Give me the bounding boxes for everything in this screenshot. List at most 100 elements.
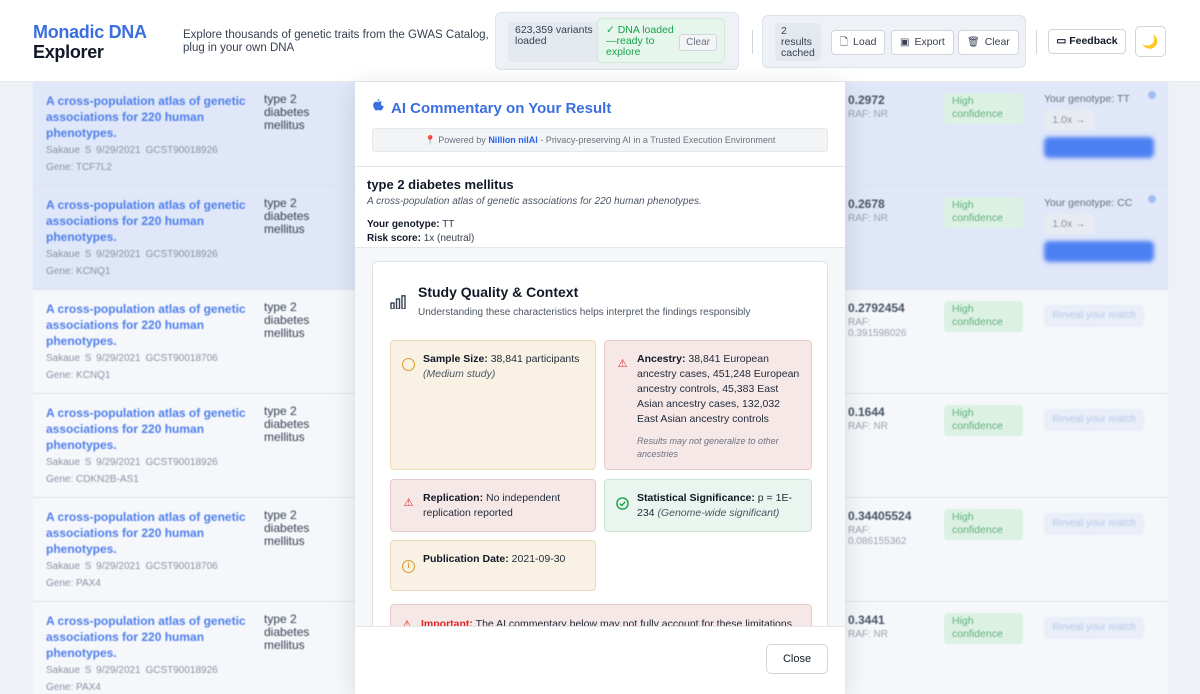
raf-value: RAF: NR bbox=[848, 421, 888, 432]
reveal-match-button[interactable]: Reveal your match bbox=[1044, 513, 1144, 535]
brand-subtitle: Explorer bbox=[33, 42, 104, 62]
results-cached-count: 2 results cached bbox=[775, 23, 821, 61]
header-divider bbox=[752, 30, 753, 54]
chat-icon: ▭ bbox=[1056, 35, 1070, 47]
theme-toggle-button[interactable]: 🌙 bbox=[1135, 26, 1166, 57]
status-dot bbox=[1148, 195, 1156, 203]
gene-label: Gene: PAX4 bbox=[46, 682, 101, 693]
export-label: Export bbox=[914, 36, 945, 48]
study-meta: Sakaue S 9/29/2021 GCST90018706 bbox=[46, 561, 218, 572]
gene-label: Gene: PAX4 bbox=[46, 578, 101, 589]
nilai-link[interactable]: Nillion nilAI bbox=[488, 135, 538, 145]
confidence-badge: High confidence bbox=[944, 93, 1023, 124]
study-title-link[interactable]: A cross-population atlas of genetic asso… bbox=[46, 197, 246, 245]
replication-card: ⚠ Replication: No independent replicatio… bbox=[390, 479, 596, 532]
study-meta: Sakaue S 9/29/2021 GCST90018926 bbox=[46, 145, 218, 156]
feedback-button[interactable]: ▭ Feedback bbox=[1048, 29, 1126, 54]
p-value: 0.2972 bbox=[848, 93, 885, 107]
study-title-link[interactable]: A cross-population atlas of genetic asso… bbox=[46, 93, 246, 141]
ai-commentary-modal: AI Commentary on Your Result 📍 Powered b… bbox=[355, 82, 845, 694]
gene-label: Gene: KCNQ1 bbox=[46, 370, 111, 381]
significance-card: Statistical Significance: p = 1E-234 (Ge… bbox=[604, 479, 812, 532]
genotype-label: Your genotype: TT bbox=[1044, 93, 1130, 105]
status-dot bbox=[1148, 91, 1156, 99]
trait-name: type 2 diabetes mellitus bbox=[264, 404, 310, 444]
study-title-link[interactable]: A cross-population atlas of genetic asso… bbox=[46, 301, 246, 349]
load-button[interactable]: 🗋 Load bbox=[831, 30, 886, 55]
header-divider bbox=[1036, 30, 1037, 54]
ancestry-note: Results may not generalize to other ance… bbox=[637, 436, 779, 459]
trait-name: type 2 diabetes mellitus bbox=[264, 92, 310, 132]
modal-footer: Close bbox=[355, 626, 845, 694]
modal-title: AI Commentary on Your Result bbox=[372, 99, 611, 117]
raf-value: RAF: 0.391598026 bbox=[848, 317, 907, 339]
ai-commentary-button[interactable] bbox=[1044, 137, 1154, 158]
gene-label: Gene: KCNQ1 bbox=[46, 266, 111, 277]
genotype-label: Your genotype: CC bbox=[1044, 197, 1133, 209]
reveal-match-button[interactable]: Reveal your match bbox=[1044, 617, 1144, 639]
result-summary: type 2 diabetes mellitus A cross-populat… bbox=[355, 166, 845, 248]
pin-icon: 📍 bbox=[424, 135, 439, 145]
dna-status-panel: 623,359 variants loaded ✓ DNA loaded —re… bbox=[495, 12, 739, 70]
gene-label: Gene: TCF7L2 bbox=[46, 162, 112, 173]
raf-value: RAF: NR bbox=[848, 213, 888, 224]
modal-title-text: AI Commentary on Your Result bbox=[391, 100, 612, 117]
study-meta: Sakaue S 9/29/2021 GCST90018926 bbox=[46, 249, 218, 260]
risk-multiplier[interactable]: 1.0x → bbox=[1044, 214, 1094, 234]
trait-name: type 2 diabetes mellitus bbox=[264, 508, 310, 548]
brand-logo[interactable]: Monadic DNA Explorer bbox=[33, 22, 147, 62]
result-trait: type 2 diabetes mellitus bbox=[367, 177, 514, 192]
check-circle-icon bbox=[616, 497, 629, 510]
raf-value: RAF: NR bbox=[848, 109, 888, 120]
feedback-label: Feedback bbox=[1069, 35, 1118, 47]
export-button[interactable]: ▣ Export bbox=[891, 30, 954, 55]
reveal-match-button[interactable]: Reveal your match bbox=[1044, 305, 1144, 327]
trait-name: type 2 diabetes mellitus bbox=[264, 612, 310, 652]
p-value: 0.2792454 bbox=[848, 301, 905, 315]
study-meta: Sakaue S 9/29/2021 GCST90018926 bbox=[46, 457, 218, 468]
gene-label: Gene: CDKN2B-AS1 bbox=[46, 474, 139, 485]
clear-cache-button[interactable]: 🗑 Clear bbox=[958, 30, 1019, 55]
result-study: A cross-population atlas of genetic asso… bbox=[367, 196, 702, 207]
sample-size-card: Sample Size: 38,841 participants (Medium… bbox=[390, 340, 596, 470]
dna-loaded-badge: ✓ DNA loaded —ready to explore Clear bbox=[597, 18, 725, 63]
risk-multiplier[interactable]: 1.0x → bbox=[1044, 110, 1094, 130]
load-label: Load bbox=[853, 36, 877, 48]
p-value: 0.3441 bbox=[848, 613, 885, 627]
clear-label: Clear bbox=[984, 36, 1010, 48]
modal-scroll-area[interactable]: Study Quality & Context Understanding th… bbox=[355, 248, 845, 626]
raf-value: RAF: NR bbox=[848, 629, 888, 640]
quality-subtitle: Understanding these characteristics help… bbox=[418, 307, 751, 318]
powered-by-banner: 📍 Powered by Nillion nilAI - Privacy-pre… bbox=[372, 128, 828, 152]
info-icon: i bbox=[402, 560, 415, 573]
save-icon: ▣ bbox=[900, 37, 910, 48]
study-meta: Sakaue S 9/29/2021 GCST90018926 bbox=[46, 665, 218, 676]
ancestry-card: ⚠ Ancestry: 38,841 European ancestry cas… bbox=[604, 340, 812, 470]
close-button[interactable]: Close bbox=[766, 644, 828, 674]
brand-name: Monadic DNA bbox=[33, 22, 147, 42]
study-title-link[interactable]: A cross-population atlas of genetic asso… bbox=[46, 613, 246, 661]
p-value: 0.2678 bbox=[848, 197, 885, 211]
study-title-link[interactable]: A cross-population atlas of genetic asso… bbox=[46, 405, 246, 453]
confidence-badge: High confidence bbox=[944, 405, 1023, 436]
trait-name: type 2 diabetes mellitus bbox=[264, 196, 310, 236]
reveal-match-button[interactable]: Reveal your match bbox=[1044, 409, 1144, 431]
tagline: Explore thousands of genetic traits from… bbox=[183, 29, 489, 54]
warning-icon: ⚠ bbox=[402, 619, 412, 626]
study-quality-card: Study Quality & Context Understanding th… bbox=[372, 261, 828, 626]
confidence-badge: High confidence bbox=[944, 613, 1023, 644]
result-genotype: Your genotype: TT bbox=[367, 219, 455, 230]
warning-icon: ⚠ bbox=[403, 497, 414, 509]
p-value: 0.34405524 bbox=[848, 509, 912, 523]
app-header: Monadic DNA Explorer Explore thousands o… bbox=[0, 0, 1200, 82]
confidence-badge: High confidence bbox=[944, 197, 1023, 228]
ai-commentary-button[interactable] bbox=[1044, 241, 1154, 262]
study-title-link[interactable]: A cross-population atlas of genetic asso… bbox=[46, 509, 246, 557]
file-icon: 🗋 bbox=[840, 37, 849, 48]
results-cache-panel: 2 results cached 🗋 Load ▣ Export 🗑 Clear bbox=[762, 15, 1026, 68]
clear-dna-button[interactable]: Clear bbox=[679, 34, 717, 51]
trash-icon: 🗑 bbox=[967, 37, 980, 48]
moon-icon: 🌙 bbox=[1142, 34, 1159, 49]
circle-icon bbox=[402, 358, 415, 371]
publication-date-card: i Publication Date: 2021-09-30 bbox=[390, 540, 596, 591]
